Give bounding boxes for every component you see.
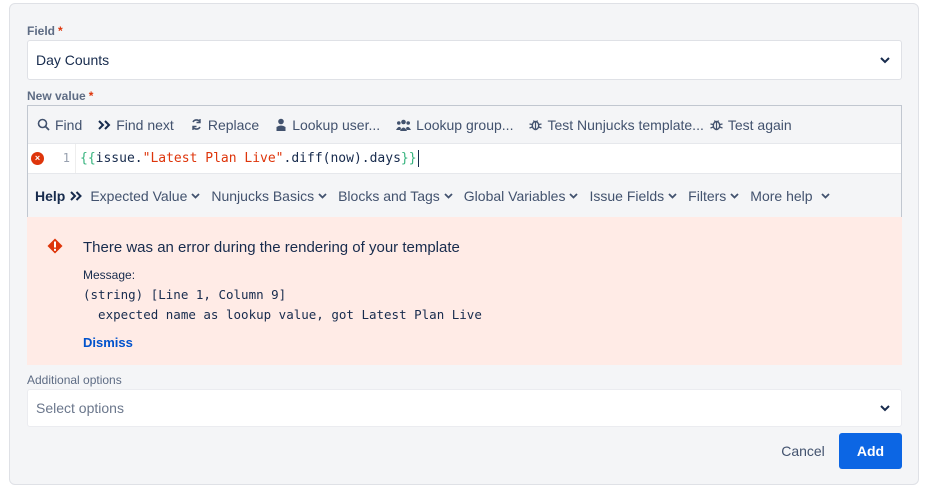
field-select[interactable]: Day Counts (27, 40, 902, 80)
lookup-user-button[interactable]: Lookup user... (275, 117, 380, 133)
chevron-down-icon (569, 192, 579, 199)
help-more-help[interactable]: More help (750, 188, 830, 204)
chevron-down-icon (191, 192, 201, 199)
help-filters[interactable]: Filters (688, 188, 739, 204)
chevron-down-icon (444, 192, 453, 199)
select-placeholder: Select options (36, 400, 124, 416)
chevron-down-icon (730, 192, 739, 199)
replace-icon (190, 118, 203, 131)
message-line: expected name as lookup value, got Lates… (83, 307, 482, 322)
help-blocks-and-tags[interactable]: Blocks and Tags (338, 188, 453, 204)
find-next-button[interactable]: Find next (98, 117, 174, 133)
chevron-down-icon (668, 192, 677, 199)
bug-icon (529, 118, 543, 131)
message-line: (string) [Line 1, Column 9] (83, 287, 287, 302)
lookup-group-button[interactable]: Lookup group... (396, 117, 513, 133)
replace-button[interactable]: Replace (190, 117, 259, 133)
help-title[interactable]: Help (35, 188, 83, 204)
field-label: Field * (27, 24, 63, 38)
help-bar: Help Expected Value Nunjucks Basics Bloc… (28, 174, 901, 217)
code-text[interactable]: {{issue."Latest Plan Live".diff(now).day… (76, 150, 419, 167)
line-number: 1 (62, 151, 70, 165)
error-icon (47, 238, 63, 259)
help-issue-fields[interactable]: Issue Fields (589, 188, 677, 204)
template-editor: Find Find next Replace Lookup user... Lo… (27, 105, 902, 217)
help-nunjucks-basics[interactable]: Nunjucks Basics (211, 188, 327, 204)
error-message-box: There was an error during the rendering … (27, 217, 902, 365)
group-icon (396, 119, 412, 131)
bug-icon (710, 118, 723, 131)
help-expected-value[interactable]: Expected Value (90, 188, 201, 204)
chevron-down-icon (879, 402, 891, 414)
code-line[interactable]: × 1 {{issue."Latest Plan Live".diff(now)… (28, 143, 901, 174)
user-icon (275, 118, 287, 131)
form-panel: Field * Day Counts New value * Find Find n… (9, 3, 919, 485)
error-marker-icon: × (31, 152, 44, 165)
editor-toolbar: Find Find next Replace Lookup user... Lo… (28, 106, 901, 143)
double-chevron-right-icon (98, 119, 111, 130)
chevron-down-icon (318, 192, 327, 199)
message-label: Message: (83, 268, 136, 282)
text-cursor (417, 150, 419, 167)
chevron-down-icon (820, 192, 830, 199)
error-title: There was an error during the rendering … (83, 239, 460, 256)
help-global-variables[interactable]: Global Variables (464, 188, 579, 204)
line-gutter: × 1 (28, 144, 76, 173)
add-button[interactable]: Add (839, 433, 902, 469)
test-template-button[interactable]: Test Nunjucks template... (529, 117, 704, 133)
cancel-button[interactable]: Cancel (772, 433, 834, 469)
dismiss-link[interactable]: Dismiss (83, 335, 133, 350)
double-chevron-right-icon (70, 190, 83, 201)
test-again-button[interactable]: Test again (710, 117, 792, 133)
search-icon (37, 118, 50, 131)
additional-options-label: Additional options (27, 373, 122, 387)
additional-options-select[interactable]: Select options (27, 389, 902, 427)
field-select-value: Day Counts (36, 52, 110, 68)
find-button[interactable]: Find (37, 117, 82, 133)
chevron-down-icon (879, 54, 891, 66)
message-body: (string) [Line 1, Column 9] expected nam… (83, 285, 482, 325)
new-value-label: New value * (27, 89, 94, 103)
